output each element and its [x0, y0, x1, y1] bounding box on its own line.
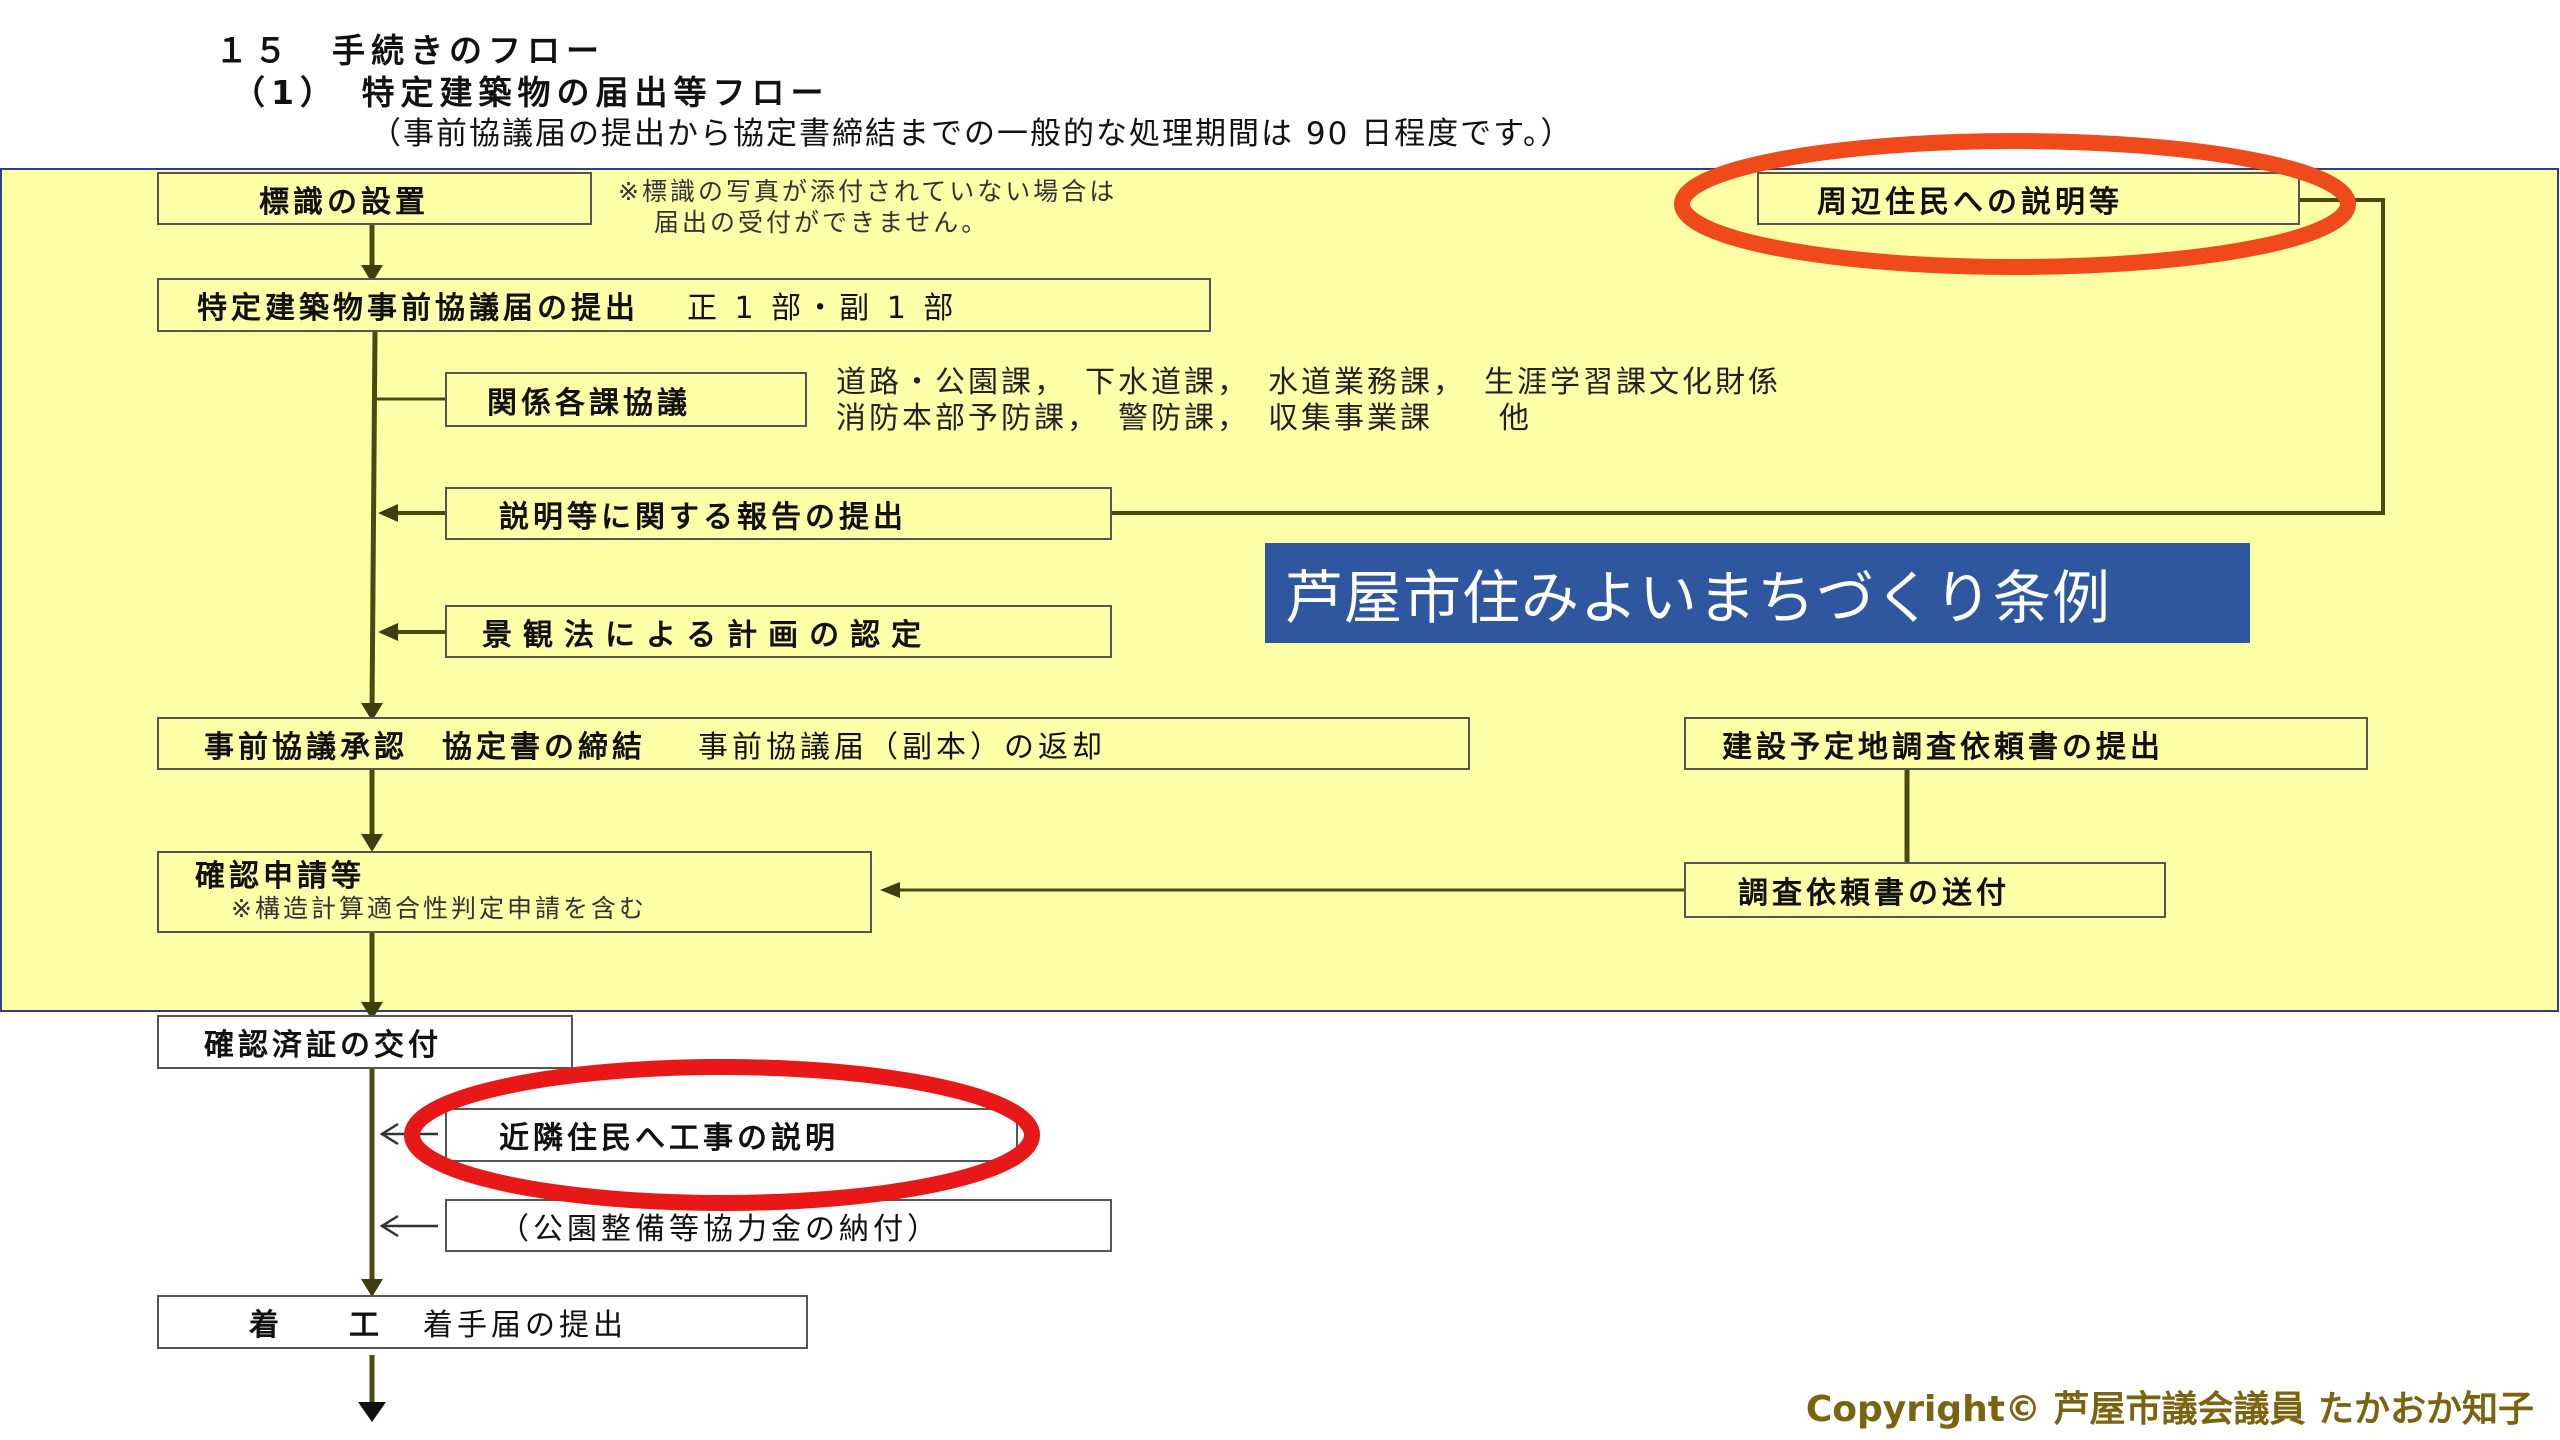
highlight-ring-neighbor — [404, 1059, 1040, 1211]
copyright-text: Copyright© 芦屋市議会議員 たかおか知子 — [1805, 1389, 2534, 1430]
highlight-rings — [404, 133, 2356, 1211]
highlight-ring-resident — [1674, 133, 2356, 275]
